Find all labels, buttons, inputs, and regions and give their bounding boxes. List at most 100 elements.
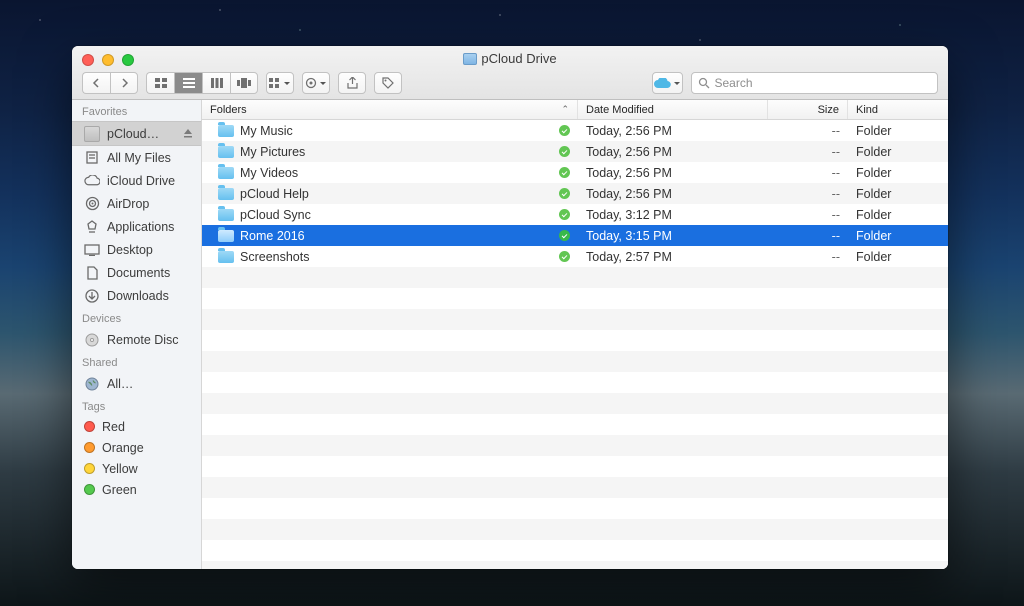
sidebar-item[interactable]: Yellow: [72, 458, 201, 479]
sidebar-header: Favorites: [72, 100, 201, 121]
cell-kind: Folder: [848, 183, 948, 204]
sidebar-item[interactable]: Red: [72, 416, 201, 437]
chevron-left-icon: [92, 78, 101, 88]
sync-ok-icon: [559, 167, 570, 178]
search-placeholder: Search: [715, 76, 753, 90]
sync-ok-icon: [559, 125, 570, 136]
folder-icon: [218, 188, 234, 200]
sidebar-item[interactable]: Orange: [72, 437, 201, 458]
disc-icon: [84, 332, 100, 348]
sidebar-item-label: Documents: [107, 266, 170, 280]
cell-size: --: [768, 120, 848, 141]
folder-icon: [84, 126, 100, 142]
folder-icon: [218, 125, 234, 137]
cell-date: Today, 2:56 PM: [578, 183, 768, 204]
table-row-empty: [202, 435, 948, 456]
view-coverflow-button[interactable]: [230, 72, 258, 94]
drive-icon: [463, 53, 477, 65]
desktop-icon: [84, 242, 100, 258]
cloud-icon: [653, 78, 671, 89]
toolbar: Search: [82, 71, 938, 95]
cloud-button[interactable]: [652, 72, 683, 94]
cell-size: --: [768, 162, 848, 183]
sidebar-item-label: Applications: [107, 220, 174, 234]
sidebar-item-label: All My Files: [107, 151, 171, 165]
sidebar-item[interactable]: Desktop: [72, 238, 201, 261]
sidebar-item[interactable]: pCloud…: [72, 121, 201, 146]
share-button[interactable]: [338, 72, 366, 94]
sync-ok-icon: [559, 146, 570, 157]
coverflow-icon: [237, 78, 251, 88]
view-icon-button[interactable]: [146, 72, 174, 94]
view-list-button[interactable]: [174, 72, 202, 94]
column-headers: Folders⌃ Date Modified Size Kind: [202, 100, 948, 120]
finder-window: pCloud Drive: [72, 46, 948, 569]
col-kind[interactable]: Kind: [848, 100, 948, 119]
forward-button[interactable]: [110, 72, 138, 94]
table-row-empty: [202, 414, 948, 435]
file-name: My Videos: [240, 166, 298, 180]
sidebar-item-label: Red: [102, 420, 125, 434]
table-row-empty: [202, 498, 948, 519]
cell-name: My Pictures: [202, 141, 578, 162]
table-row[interactable]: My Videos Today, 2:56 PM -- Folder: [202, 162, 948, 183]
table-row-empty: [202, 540, 948, 561]
sidebar-item[interactable]: Documents: [72, 261, 201, 284]
col-name[interactable]: Folders⌃: [202, 100, 578, 119]
sidebar-item[interactable]: AirDrop: [72, 192, 201, 215]
table-row[interactable]: My Music Today, 2:56 PM -- Folder: [202, 120, 948, 141]
back-button[interactable]: [82, 72, 110, 94]
columns-icon: [211, 78, 223, 88]
cell-date: Today, 3:12 PM: [578, 204, 768, 225]
table-row[interactable]: My Pictures Today, 2:56 PM -- Folder: [202, 141, 948, 162]
globe-icon: [84, 376, 100, 392]
file-rows: My Music Today, 2:56 PM -- Folder My Pic…: [202, 120, 948, 569]
sidebar-item[interactable]: Applications: [72, 215, 201, 238]
sidebar-item[interactable]: Downloads: [72, 284, 201, 307]
sidebar-item[interactable]: All…: [72, 372, 201, 395]
sidebar-item-label: iCloud Drive: [107, 174, 175, 188]
col-size[interactable]: Size: [768, 100, 848, 119]
window-title-text: pCloud Drive: [481, 51, 556, 66]
cell-name: My Videos: [202, 162, 578, 183]
table-row-empty: [202, 288, 948, 309]
share-icon: [347, 77, 358, 89]
action-button[interactable]: [302, 72, 330, 94]
file-name: pCloud Sync: [240, 208, 311, 222]
table-row[interactable]: pCloud Help Today, 2:56 PM -- Folder: [202, 183, 948, 204]
table-row[interactable]: pCloud Sync Today, 3:12 PM -- Folder: [202, 204, 948, 225]
col-date[interactable]: Date Modified: [578, 100, 768, 119]
cloud-icon: [84, 173, 100, 189]
tag-dot-icon: [84, 421, 95, 432]
eject-icon[interactable]: [183, 127, 193, 141]
sidebar-item-label: Desktop: [107, 243, 153, 257]
arrange-button[interactable]: [266, 72, 294, 94]
view-column-button[interactable]: [202, 72, 230, 94]
sidebar-item[interactable]: Remote Disc: [72, 328, 201, 351]
cell-name: My Music: [202, 120, 578, 141]
cell-kind: Folder: [848, 246, 948, 267]
tags-button[interactable]: [374, 72, 402, 94]
table-row-empty: [202, 519, 948, 540]
table-row-empty: [202, 351, 948, 372]
table-row[interactable]: Rome 2016 Today, 3:15 PM -- Folder: [202, 225, 948, 246]
sidebar-item[interactable]: All My Files: [72, 146, 201, 169]
search-input[interactable]: Search: [691, 72, 939, 94]
sync-ok-icon: [559, 230, 570, 241]
apps-icon: [84, 219, 100, 235]
sidebar-item-label: AirDrop: [107, 197, 149, 211]
folder-icon: [218, 146, 234, 158]
cell-date: Today, 2:57 PM: [578, 246, 768, 267]
table-row[interactable]: Screenshots Today, 2:57 PM -- Folder: [202, 246, 948, 267]
folder-icon: [218, 167, 234, 179]
sidebar-item[interactable]: Green: [72, 479, 201, 500]
cell-kind: Folder: [848, 120, 948, 141]
table-row-empty: [202, 477, 948, 498]
file-name: My Pictures: [240, 145, 305, 159]
sidebar-item[interactable]: iCloud Drive: [72, 169, 201, 192]
nav-buttons: [82, 72, 138, 94]
sync-ok-icon: [559, 209, 570, 220]
file-name: Rome 2016: [240, 229, 305, 243]
sidebar: FavoritespCloud… All My Files iCloud Drive…: [72, 100, 202, 569]
tag-dot-icon: [84, 484, 95, 495]
